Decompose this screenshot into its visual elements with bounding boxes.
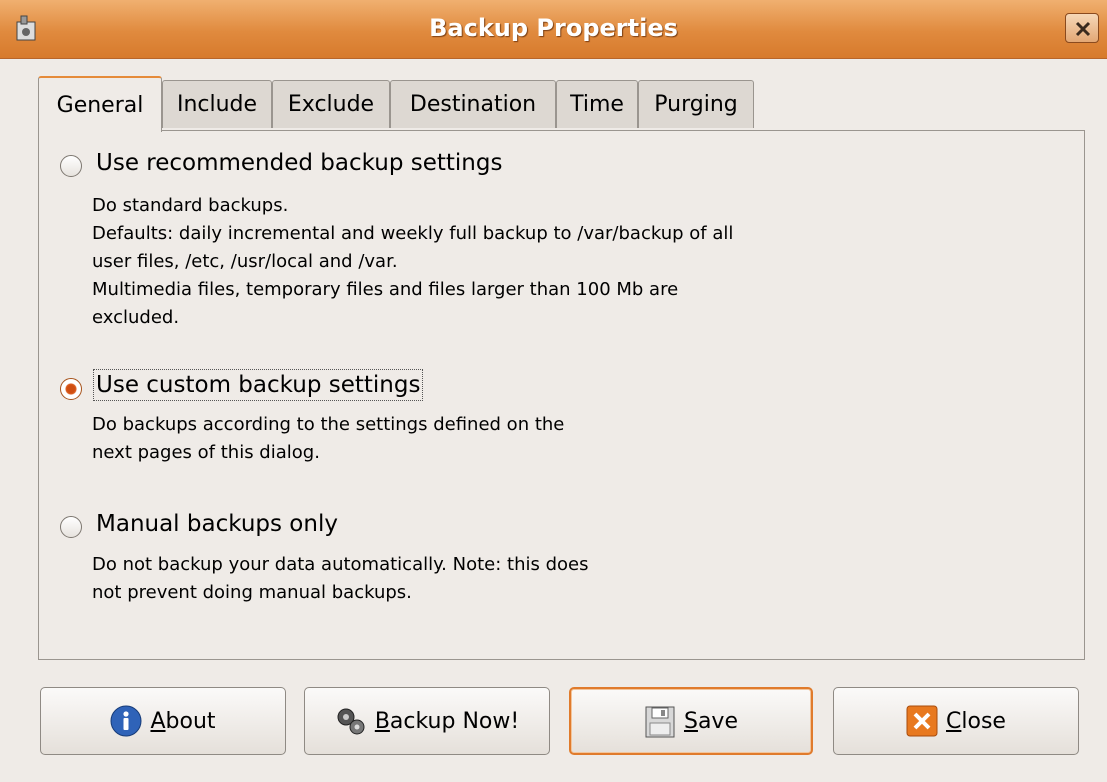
manual-backups-description: Do not backup your data automatically. N… [92,554,589,603]
custom-settings-radio[interactable] [60,378,82,400]
window-close-button[interactable] [1065,13,1099,43]
close-button-label: Close [946,709,1006,734]
manual-backups-radio[interactable] [60,516,82,538]
tab-exclude[interactable]: Exclude [272,80,390,128]
info-icon [110,705,142,737]
save-button[interactable]: Save [569,687,813,755]
floppy-disk-icon [644,705,676,738]
save-label-rest: ave [697,708,738,734]
backup-now-button[interactable]: Backup Now! [304,687,550,755]
tab-include[interactable]: Include [162,80,272,128]
close-x-icon [1075,21,1091,37]
custom-settings-label[interactable]: Use custom backup settings [92,369,424,401]
close-label-rest: lose [961,708,1006,734]
tab-time[interactable]: Time [556,80,638,128]
about-button[interactable]: About [40,687,286,755]
close-icon [906,705,938,737]
tab-destination[interactable]: Destination [390,80,556,128]
close-button[interactable]: Close [833,687,1079,755]
about-mnemonic: A [150,708,166,734]
save-mnemonic: S [683,708,698,734]
title-bar[interactable]: Backup Properties [0,0,1107,59]
save-button-label: Save [684,709,738,734]
about-label-rest: bout [165,708,216,734]
tab-purging[interactable]: Purging [638,80,754,128]
backup-now-label-rest: ackup Now! [389,708,520,734]
tab-general[interactable]: General [38,76,162,132]
manual-backups-label[interactable]: Manual backups only [96,511,338,537]
recommended-settings-label[interactable]: Use recommended backup settings [96,150,502,176]
recommended-settings-description: Do standard backups. Defaults: daily inc… [92,195,734,328]
backup-now-mnemonic: B [374,708,390,734]
recommended-settings-radio[interactable] [60,155,82,177]
gears-icon [335,705,367,737]
backup-properties-window: Backup Properties General Include Exclud… [0,0,1107,782]
close-mnemonic: C [946,708,962,734]
window-title: Backup Properties [429,14,678,42]
custom-settings-description: Do backups according to the settings def… [92,414,565,463]
about-button-label: About [150,709,215,734]
backup-now-button-label: Backup Now! [375,709,519,734]
